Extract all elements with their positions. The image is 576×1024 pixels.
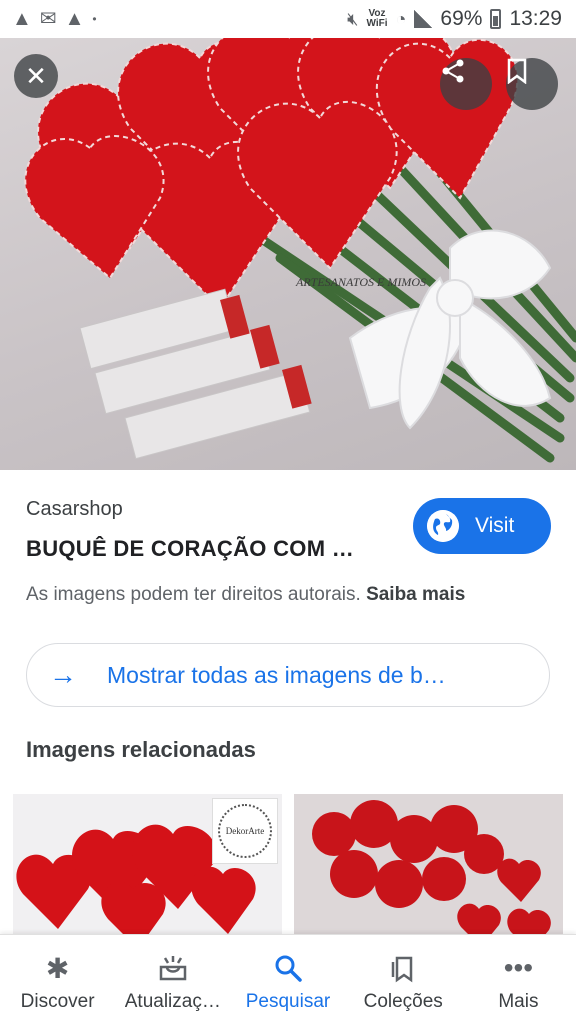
- globe-icon: [427, 510, 459, 542]
- heart-bouquet-thumbnail: [312, 800, 551, 934]
- result-title[interactable]: BUQUÊ DE CORAÇÃO COM …: [26, 536, 354, 562]
- nav-more[interactable]: ••• Mais: [461, 935, 576, 1024]
- nav-collections-label: Coleções: [363, 991, 443, 1012]
- status-bar: ▲ ✉ ▲ • 🔇︎ Voz WiFi ◔ 69% 13:29: [0, 0, 576, 38]
- related-images-title: Imagens relacionadas: [26, 737, 256, 762]
- status-right-icons: 🔇︎ Voz WiFi ◔ 69% 13:29: [347, 7, 562, 31]
- hero-image[interactable]: ARTESANATOS E MIMOS ✕: [0, 38, 576, 470]
- visit-button[interactable]: Visit: [413, 498, 551, 554]
- close-button[interactable]: ✕: [14, 54, 58, 98]
- wifi-icon: ◔: [395, 9, 407, 29]
- share-icon: [442, 59, 464, 83]
- nav-discover[interactable]: ✱ Discover: [0, 935, 115, 1024]
- close-icon: ✕: [25, 60, 47, 91]
- copyright-text: As imagens podem ter direitos autorais.: [26, 584, 361, 605]
- wifi-label: WiFi: [366, 18, 388, 29]
- share-button[interactable]: [440, 58, 492, 110]
- voice-wifi-indicator: Voz WiFi: [367, 9, 388, 29]
- save-button[interactable]: [506, 58, 558, 110]
- related-image-thumbnail[interactable]: DekorArte: [13, 794, 282, 934]
- related-image-thumbnail[interactable]: [294, 794, 563, 934]
- battery-icon: [490, 9, 502, 29]
- image-notification-icon: ▲: [12, 8, 32, 30]
- nav-more-label: Mais: [498, 991, 539, 1012]
- signal-icon: [414, 10, 433, 28]
- asterisk-icon: ✱: [45, 952, 70, 984]
- nav-updates[interactable]: Atualizaç…: [115, 935, 230, 1024]
- nav-updates-label: Atualizaç…: [124, 991, 221, 1012]
- logo-text: DekorArte: [225, 826, 265, 836]
- nav-search-label: Pesquisar: [245, 991, 331, 1012]
- battery-percentage: 69%: [440, 7, 483, 30]
- visit-label: Visit: [475, 514, 515, 537]
- mail-icon: ✉: [39, 8, 57, 30]
- learn-more-link[interactable]: Saiba mais: [366, 584, 465, 605]
- search-icon: [271, 951, 305, 985]
- clock: 13:29: [509, 7, 562, 30]
- show-all-images-button[interactable]: → Mostrar todas as imagens de b…: [26, 643, 550, 707]
- status-left-icons: ▲ ✉ ▲ •: [12, 9, 97, 29]
- updates-icon: [156, 951, 190, 985]
- bookmark-icon: [507, 58, 527, 84]
- heart-bouquet-image: ARTESANATOS E MIMOS: [24, 38, 576, 463]
- watermark-text: ARTESANATOS E MIMOS: [295, 275, 426, 289]
- nav-discover-label: Discover: [20, 991, 95, 1012]
- arrow-right-icon: →: [49, 659, 77, 690]
- image-notification-icon: ▲: [64, 8, 85, 30]
- nav-collections[interactable]: Coleções: [346, 935, 461, 1024]
- copyright-notice: As imagens podem ter direitos autorais. …: [26, 584, 465, 606]
- dekorarte-logo: DekorArte: [212, 798, 278, 864]
- bottom-navigation: ✱ Discover Atualizaç… Pesquisar Coleções…: [0, 934, 576, 1024]
- mute-icon: 🔇︎: [347, 9, 359, 29]
- collections-icon: [386, 951, 420, 985]
- result-source[interactable]: Casarshop: [26, 498, 123, 521]
- show-all-label: Mostrar todas as imagens de b…: [107, 661, 446, 688]
- more-icon: •••: [503, 952, 534, 983]
- nav-search[interactable]: Pesquisar: [230, 935, 345, 1024]
- dot-icon: •: [92, 12, 97, 26]
